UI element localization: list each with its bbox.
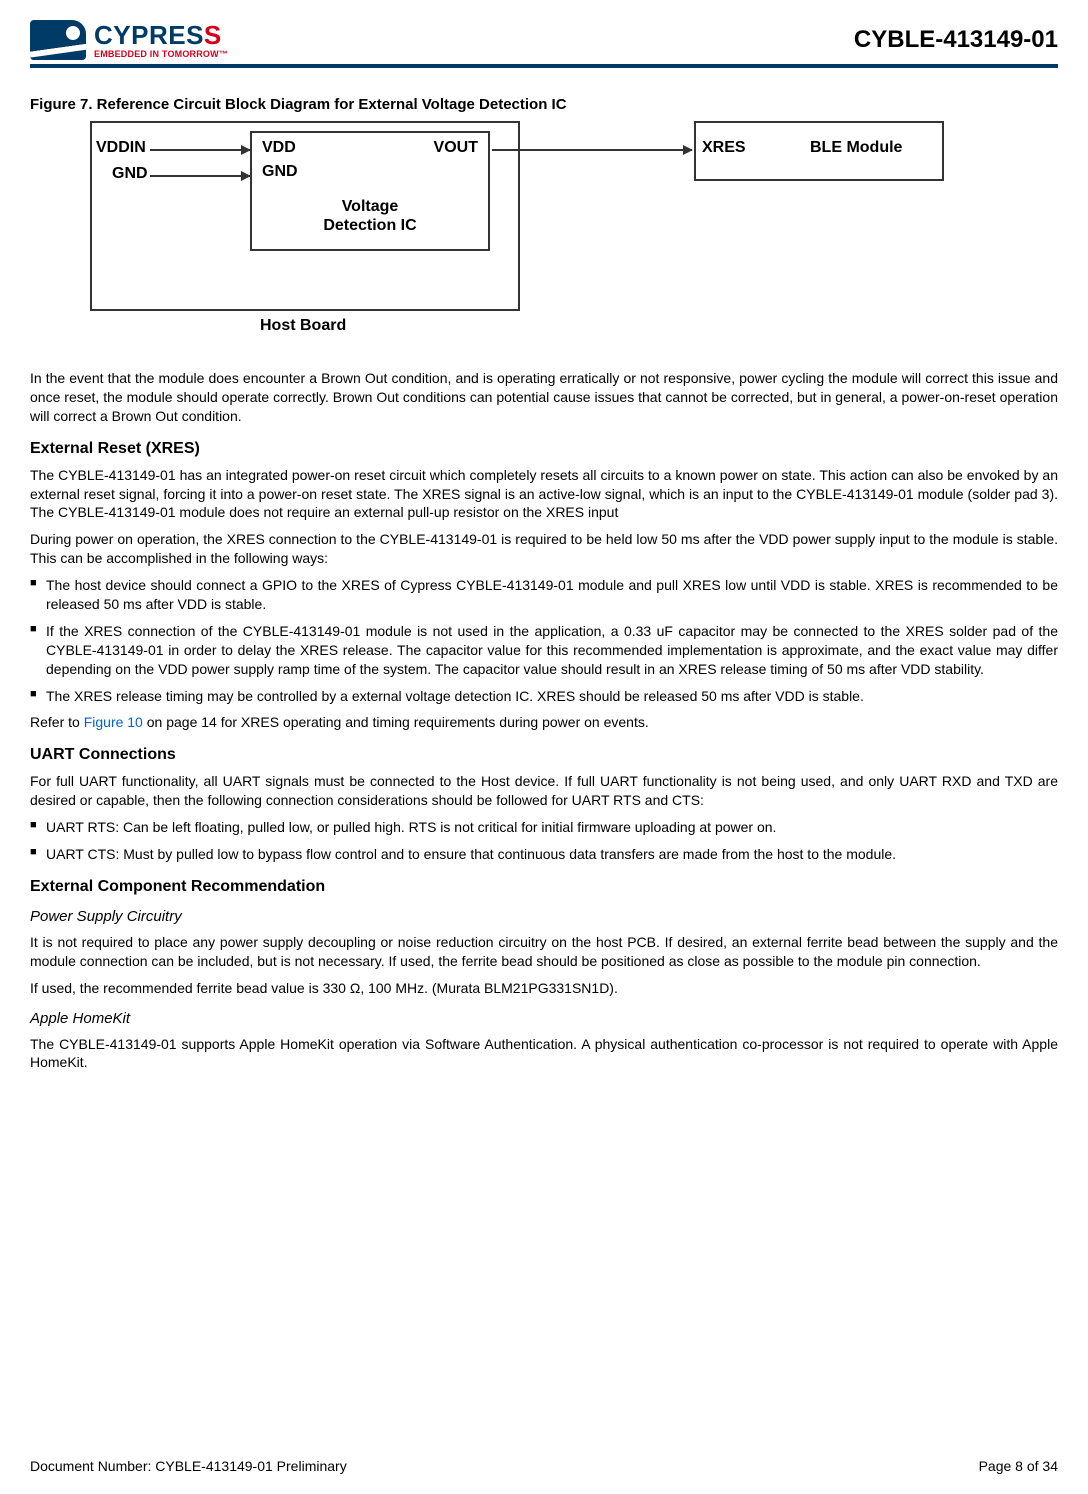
bullet-xres-3: The XRES release timing may be controlle… <box>30 687 1058 706</box>
doc-number: Document Number: CYBLE-413149-01 Prelimi… <box>30 1458 347 1474</box>
header-rule <box>30 64 1058 68</box>
label-gnd-mid: GND <box>262 163 298 181</box>
figure-caption: Figure 7. Reference Circuit Block Diagra… <box>30 96 1058 113</box>
page-number: Page 8 of 34 <box>979 1458 1058 1474</box>
heading-psc: Power Supply Circuitry <box>30 908 1058 925</box>
para-psc-2: If used, the recommended ferrite bead va… <box>30 979 1058 998</box>
xres-bullet-list: The host device should connect a GPIO to… <box>30 576 1058 705</box>
arrow-vout-xres <box>492 149 692 151</box>
link-figure-10[interactable]: Figure 10 <box>84 714 143 730</box>
label-vddin: VDDIN <box>96 139 146 157</box>
label-gnd-left: GND <box>112 165 148 183</box>
bullet-uart-rts: UART RTS: Can be left floating, pulled l… <box>30 818 1058 837</box>
label-xres: XRES <box>702 139 746 157</box>
bullet-xres-1: The host device should connect a GPIO to… <box>30 576 1058 614</box>
para-xres-2: During power on operation, the XRES conn… <box>30 530 1058 568</box>
heading-uart: UART Connections <box>30 746 1058 764</box>
cypress-logo: CYPRESS EMBEDDED IN TOMORROW™ <box>30 20 228 60</box>
logo-tagline: EMBEDDED IN TOMORROW™ <box>94 50 228 59</box>
ref-pre: Refer to <box>30 714 84 730</box>
cypress-logo-icon <box>30 20 86 60</box>
label-vdd: VDD <box>262 139 296 157</box>
logo-name-pre: CYPRES <box>94 20 204 50</box>
block-diagram: VDDIN GND VDD VOUT GND Voltage Detection… <box>90 121 950 341</box>
para-homekit: The CYBLE-413149-01 supports Apple HomeK… <box>30 1035 1058 1073</box>
ref-post: on page 14 for XRES operating and timing… <box>143 714 649 730</box>
para-brownout: In the event that the module does encoun… <box>30 369 1058 426</box>
bullet-uart-cts: UART CTS: Must by pulled low to bypass f… <box>30 845 1058 864</box>
para-psc-1: It is not required to place any power su… <box>30 933 1058 971</box>
uart-bullet-list: UART RTS: Can be left floating, pulled l… <box>30 818 1058 864</box>
arrow-vddin <box>150 149 250 151</box>
heading-ext-comp: External Component Recommendation <box>30 878 1058 896</box>
label-vdic-1: Voltage <box>252 197 488 216</box>
label-vout: VOUT <box>434 139 478 157</box>
logo-name: CYPRESS <box>94 22 228 48</box>
arrow-gnd <box>150 175 250 177</box>
label-ble-module: BLE Module <box>810 139 902 157</box>
bullet-xres-2: If the XRES connection of the CYBLE-4131… <box>30 622 1058 679</box>
part-number-title: CYBLE-413149-01 <box>854 26 1058 54</box>
para-xres-ref: Refer to Figure 10 on page 14 for XRES o… <box>30 713 1058 732</box>
para-xres-1: The CYBLE-413149-01 has an integrated po… <box>30 466 1058 523</box>
logo-name-accent: S <box>204 20 222 50</box>
heading-homekit: Apple HomeKit <box>30 1010 1058 1027</box>
voltage-detection-ic-box: VDD VOUT GND Voltage Detection IC <box>250 131 490 251</box>
para-uart: For full UART functionality, all UART si… <box>30 772 1058 810</box>
label-host-board: Host Board <box>260 317 346 335</box>
heading-xres: External Reset (XRES) <box>30 440 1058 458</box>
page-footer: Document Number: CYBLE-413149-01 Prelimi… <box>30 1458 1058 1474</box>
page-header: CYPRESS EMBEDDED IN TOMORROW™ CYBLE-4131… <box>30 20 1058 60</box>
label-vdic-2: Detection IC <box>252 216 488 235</box>
